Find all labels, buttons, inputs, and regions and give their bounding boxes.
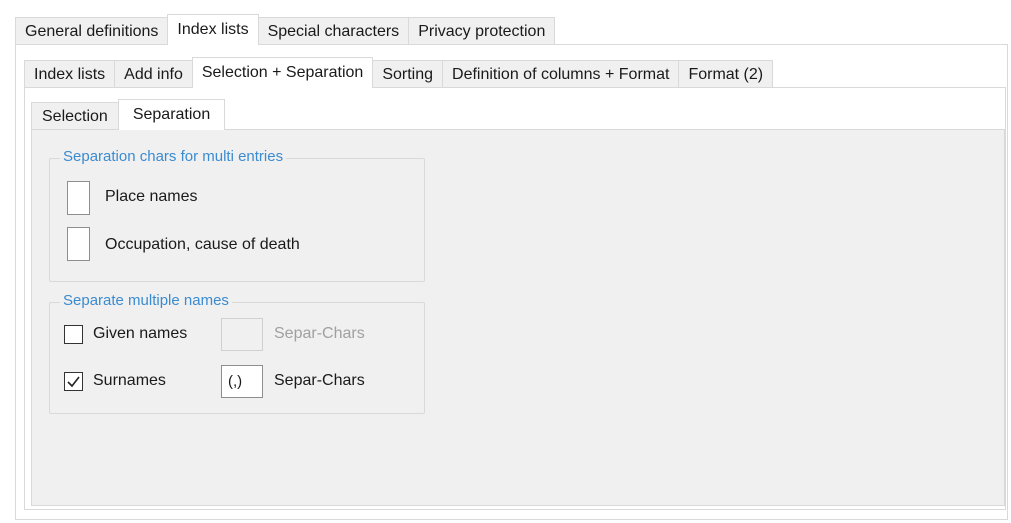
tab-separation[interactable]: Separation xyxy=(117,99,226,130)
place-names-sep-input[interactable] xyxy=(67,181,90,215)
top-tab-row: General definitions Index lists Special … xyxy=(15,14,556,45)
second-tab-row: Index lists Add info Selection + Separat… xyxy=(24,57,774,88)
tab-index-lists[interactable]: Index lists xyxy=(167,14,259,45)
tab-add-info[interactable]: Add info xyxy=(114,60,193,88)
tab-sorting[interactable]: Sorting xyxy=(372,60,444,88)
tab-general-definitions[interactable]: General definitions xyxy=(15,17,169,45)
third-tab-row: Selection Separation xyxy=(31,99,226,130)
given-names-sep-label: Separ-Chars xyxy=(274,325,365,342)
given-names-checkbox[interactable] xyxy=(64,325,83,344)
tab-index-lists-sub[interactable]: Index lists xyxy=(24,60,116,88)
tab-format-2[interactable]: Format (2) xyxy=(678,60,774,88)
surnames-checkbox[interactable] xyxy=(64,372,83,391)
tab-selection-separation[interactable]: Selection + Separation xyxy=(191,57,374,88)
given-names-label: Given names xyxy=(93,325,188,342)
place-names-label: Place names xyxy=(105,188,198,205)
multiple-names-group-title: Separate multiple names xyxy=(60,292,232,309)
surnames-sep-input[interactable]: (,) xyxy=(221,365,263,398)
multi-entries-group: Separation chars for multi entries xyxy=(49,148,425,282)
given-names-sep-input[interactable] xyxy=(221,318,263,351)
occupation-sep-input[interactable] xyxy=(67,227,90,261)
tab-definition-of-columns[interactable]: Definition of columns + Format xyxy=(442,60,680,88)
surnames-label: Surnames xyxy=(93,372,166,389)
surnames-sep-label: Separ-Chars xyxy=(274,372,365,389)
occupation-label: Occupation, cause of death xyxy=(105,236,300,253)
tab-selection[interactable]: Selection xyxy=(31,102,119,130)
tab-special-characters[interactable]: Special characters xyxy=(257,17,410,45)
tab-privacy-protection[interactable]: Privacy protection xyxy=(408,17,556,45)
checkmark-icon xyxy=(67,376,80,388)
multi-entries-group-title: Separation chars for multi entries xyxy=(60,148,287,165)
